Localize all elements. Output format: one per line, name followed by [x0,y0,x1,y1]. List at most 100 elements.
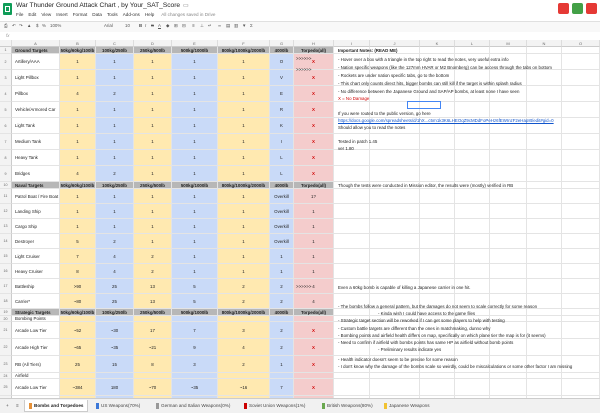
empty-cell[interactable] [420,204,455,219]
row-header[interactable]: 15 [0,249,12,264]
empty-cell[interactable] [527,234,562,249]
fill-color-icon[interactable]: ◆ [166,23,169,29]
value-cell[interactable]: 1 [134,54,172,70]
menu-item[interactable]: Tools [107,12,118,17]
value-cell[interactable]: 1 [60,70,96,86]
target-name-cell[interactable]: Bridges [12,166,60,182]
value-cell[interactable]: 9 [172,339,218,356]
empty-cell[interactable] [334,204,370,219]
target-name-cell[interactable]: Light Pillbox [12,70,60,86]
value-cell[interactable]: 1 [172,118,218,134]
empty-cell[interactable] [420,47,455,54]
table-header-cell[interactable]: 500kg/1000lb [172,182,218,189]
empty-cell[interactable] [527,264,562,279]
value-cell[interactable]: X [294,150,334,166]
empty-cell[interactable] [370,249,420,264]
value-cell[interactable]: 1 [218,189,270,204]
empty-cell[interactable] [455,47,490,54]
value-cell[interactable]: 1 [218,118,270,134]
empty-cell[interactable] [455,134,490,150]
value-cell[interactable]: 1? [294,189,334,204]
empty-cell[interactable] [490,134,527,150]
table-header-cell[interactable]: 4000lb [270,309,294,316]
empty-cell[interactable] [420,150,455,166]
empty-cell[interactable] [370,219,420,234]
value-cell[interactable]: ~384 [60,379,96,396]
value-cell[interactable]: 1 [270,249,294,264]
value-cell[interactable]: ~70 [134,379,172,396]
table-header-cell[interactable]: 800kg/1000kg/2000lb [218,47,270,54]
value-cell[interactable]: E [270,86,294,102]
value-cell[interactable]: ~52 [60,322,96,339]
value-cell[interactable]: X [294,322,334,339]
empty-cell[interactable] [527,86,562,102]
empty-cell[interactable] [527,249,562,264]
target-name-cell[interactable]: Vehicle/Armored Car [12,102,60,118]
value-cell[interactable]: 1 [172,189,218,204]
empty-cell[interactable] [420,134,455,150]
target-name-cell[interactable]: Arcade Low Tier [12,379,60,396]
empty-cell[interactable] [420,166,455,182]
value-cell[interactable]: 1 [172,219,218,234]
value-cell[interactable]: ~35 [172,379,218,396]
value-cell[interactable]: 180 [96,379,134,396]
target-name-cell[interactable]: Cargo Ship [12,219,60,234]
value-cell[interactable]: 7 [172,322,218,339]
value-cell[interactable]: 1 [134,234,172,249]
value-cell[interactable]: 13 [134,279,172,294]
empty-cell[interactable] [370,264,420,279]
value-cell[interactable]: 1 [60,204,96,219]
value-cell[interactable]: ~16 [218,379,270,396]
target-name-cell[interactable]: Heavy Cruiser [12,264,60,279]
print-icon[interactable]: ⎙ [4,23,8,28]
value-cell[interactable]: X [294,339,334,356]
value-cell[interactable]: 2 [270,339,294,356]
value-cell[interactable]: ~30 [96,322,134,339]
empty-cell[interactable] [490,309,527,316]
table-header-cell[interactable]: 50kg/60kg/100lb [60,182,96,189]
value-cell[interactable]: 25 [96,294,134,309]
menu-item[interactable]: Insert [56,12,68,17]
empty-cell[interactable] [527,379,562,396]
column-header-b[interactable]: B [60,40,96,47]
row-header[interactable]: 3 [0,70,12,86]
addon-icon[interactable] [572,3,583,14]
empty-cell[interactable] [334,264,370,279]
value-cell[interactable]: 1 [294,264,334,279]
target-name-cell[interactable]: Artillery/AAA [12,54,60,70]
value-cell[interactable]: 25 [60,356,96,373]
value-cell[interactable]: 1 [134,102,172,118]
sheet-tab[interactable]: US Weapons(70%) [92,400,144,411]
column-header-i[interactable]: I [334,40,370,47]
column-header-m[interactable]: M [490,40,527,47]
value-cell[interactable]: 1 [172,54,218,70]
paint-format-icon[interactable]: ▲ [27,23,31,28]
valign-icon[interactable]: ⊥ [200,23,204,29]
table-header-cell[interactable]: Torpedo(all) [294,309,334,316]
value-cell[interactable]: 2 [270,279,294,294]
value-cell[interactable]: 17 [134,322,172,339]
empty-cell[interactable] [527,134,562,150]
value-cell[interactable]: 1 [134,189,172,204]
value-cell[interactable]: 4 [96,264,134,279]
value-cell[interactable]: 1 [60,134,96,150]
value-cell[interactable]: 5 [172,279,218,294]
value-cell[interactable]: 2 [218,356,270,373]
value-cell[interactable]: 1 [134,86,172,102]
empty-cell[interactable] [370,204,420,219]
table-header-cell[interactable]: 50kg/60kg/100lb [60,309,96,316]
empty-cell[interactable] [562,219,600,234]
menu-item[interactable]: Edit [28,12,36,17]
value-cell[interactable]: ~21 [134,339,172,356]
row-header[interactable]: 23 [0,356,12,373]
addon-icon[interactable] [586,3,597,14]
empty-cell[interactable] [562,322,600,339]
empty-cell[interactable] [455,150,490,166]
value-cell[interactable]: 1 [134,204,172,219]
value-cell[interactable]: 1 [96,54,134,70]
target-name-cell[interactable]: Medium Tank [12,134,60,150]
empty-cell[interactable] [334,309,370,316]
empty-cell[interactable] [562,134,600,150]
empty-cell[interactable] [562,166,600,182]
empty-cell[interactable] [527,102,562,118]
